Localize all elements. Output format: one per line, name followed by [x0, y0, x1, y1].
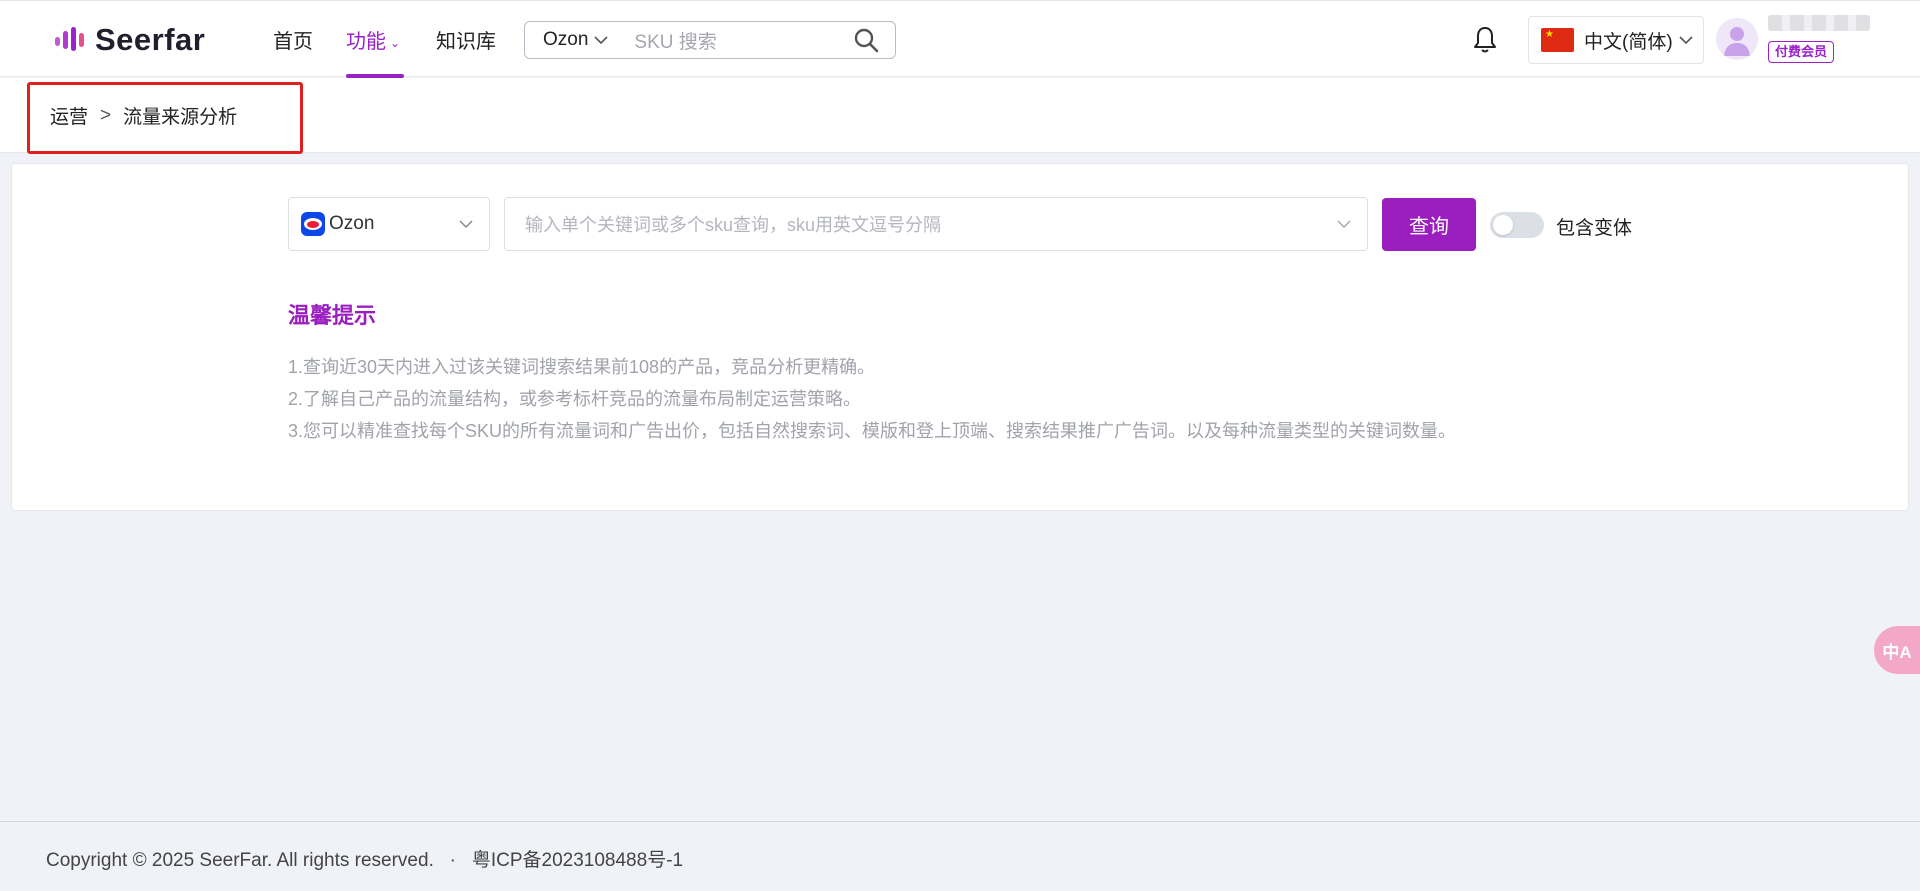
avatar[interactable] [1716, 18, 1758, 60]
top-search-platform-select[interactable]: Ozon [543, 29, 608, 51]
nav-knowledge-base[interactable]: 知识库 [436, 25, 496, 78]
nav-features[interactable]: 功能 ⌄ [346, 25, 404, 78]
language-select[interactable]: ★ 中文(简体) [1528, 16, 1704, 64]
breadcrumb-item-traffic-source: 流量来源分析 [123, 107, 238, 128]
logo-text: Seerfar [95, 22, 206, 57]
nav-knowledge-base-label: 知识库 [436, 31, 496, 53]
chevron-down-icon [459, 220, 473, 229]
bell-icon[interactable] [1470, 25, 1500, 55]
top-header: Seerfar 首页 功能 ⌄ 知识库 Ozon SKU 搜索 ★ 中文(简体) [0, 0, 1920, 78]
translate-icon: 中A [1882, 642, 1912, 662]
logo[interactable]: Seerfar [53, 20, 205, 60]
footer-copyright: Copyright © 2025 SeerFar. All rights res… [46, 850, 684, 871]
breadcrumb-separator: > [100, 104, 112, 126]
logo-mark-icon [55, 27, 84, 51]
tips-title: 温馨提示 [288, 303, 377, 328]
nav-home[interactable]: 首页 [273, 25, 313, 78]
translate-float-button[interactable]: 中A [1874, 626, 1920, 674]
keyword-sku-input[interactable]: 输入单个关键词或多个sku查询，sku用英文逗号分隔 [504, 197, 1368, 251]
top-sku-search[interactable]: Ozon SKU 搜索 [524, 21, 896, 59]
top-search-platform-label: Ozon [543, 29, 589, 50]
top-search-input[interactable]: SKU 搜索 [634, 27, 853, 54]
nav-features-label: 功能 [346, 31, 386, 53]
tip-item: 3.您可以精准查找每个SKU的所有流量词和广告出价，包括自然搜索词、模版和登上顶… [288, 421, 1457, 441]
user-name-blurred [1768, 15, 1870, 31]
platform-select-label: Ozon [329, 213, 375, 234]
chevron-down-icon [1337, 220, 1351, 229]
breadcrumb-item-operations[interactable]: 运营 [50, 102, 88, 129]
chevron-down-icon [594, 36, 608, 45]
tip-item: 1.查询近30天内进入过该关键词搜索结果前108的产品，竞品分析更精确。 [288, 357, 876, 377]
language-label: 中文(简体) [1584, 31, 1673, 53]
breadcrumb: 运营 > 流量来源分析 [50, 102, 237, 129]
ozon-logo-icon [301, 212, 325, 236]
chevron-down-icon [1679, 36, 1693, 45]
keyword-sku-input-placeholder: 输入单个关键词或多个sku查询，sku用英文逗号分隔 [525, 215, 942, 235]
user-avatar-icon [1724, 27, 1750, 56]
chevron-down-icon: ⌄ [390, 35, 401, 50]
toggle-knob [1493, 215, 1513, 235]
nav-home-label: 首页 [273, 31, 313, 53]
include-variants-toggle[interactable] [1490, 212, 1544, 238]
platform-select[interactable]: Ozon [288, 197, 490, 251]
member-badge: 付费会员 [1768, 41, 1835, 63]
china-flag-icon: ★ [1541, 28, 1574, 52]
search-icon[interactable] [853, 27, 879, 53]
include-variants-label: 包含变体 [1556, 218, 1633, 239]
query-button[interactable]: 查询 [1382, 198, 1476, 251]
tip-item: 2.了解自己产品的流量结构，或参考标杆竞品的流量布局制定运营策略。 [288, 389, 862, 409]
